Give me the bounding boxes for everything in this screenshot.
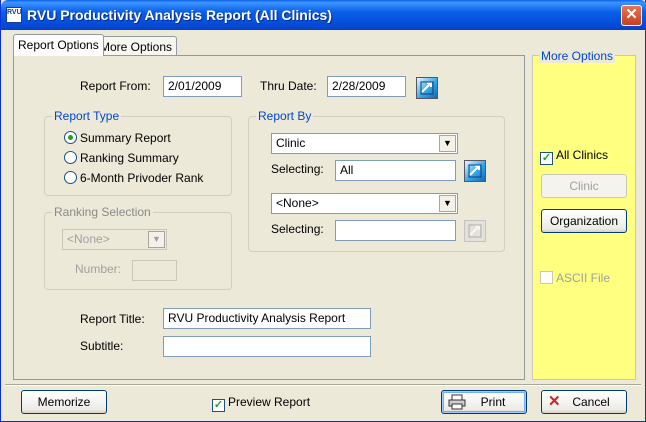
organization-button[interactable]: Organization [541,209,627,233]
preview-report-checkbox[interactable]: ✓ Preview Report [212,395,311,412]
more-options-title: More Options [539,49,616,63]
report-by-select-2[interactable]: <None> ▼ [271,193,458,214]
cancel-x-icon: ✕ [548,393,561,410]
ranking-select: <None> ▼ [62,229,167,250]
date-lookup-icon[interactable] [416,77,438,99]
selecting-1-label: Selecting: [271,162,324,176]
cancel-button[interactable]: ✕ Cancel [541,390,627,414]
report-from-label: Report From: [80,79,151,93]
select-value: <None> [276,196,319,210]
ascii-file-checkbox: ASCII File [540,271,610,287]
all-clinics-label: All Clinics [556,148,609,162]
radio-summary-report[interactable]: Summary Report [64,131,171,147]
close-button[interactable]: ✕ [621,5,642,26]
radio-button[interactable] [64,131,77,144]
checkmark-icon[interactable]: ✓ [540,152,553,165]
report-title-label: Report Title: [80,312,145,326]
ranking-selection-title: Ranking Selection [52,205,153,219]
preview-report-label: Preview Report [228,395,311,409]
app-icon: RVU [6,7,22,23]
number-label: Number: [75,262,122,276]
report-from-input[interactable]: 2/01/2009 [163,76,242,97]
tab-report-options[interactable]: Report Options [13,34,104,56]
selecting-1-lookup-icon[interactable] [464,160,486,182]
footer-separator [5,384,641,386]
print-button[interactable]: Print [441,390,527,414]
radio-label: Summary Report [80,131,171,145]
chevron-down-icon: ▼ [148,231,165,248]
select-value: Clinic [276,136,306,150]
report-by-title: Report By [256,109,314,123]
tab-label: Report Options [18,38,99,52]
printer-icon [448,394,466,410]
report-title-input[interactable]: RVU Productivity Analysis Report [163,308,371,329]
cancel-label: Cancel [572,395,610,409]
subtitle-label: Subtitle: [80,339,124,353]
title-bar: RVU RVU Productivity Analysis Report (Al… [1,0,646,30]
checkbox-box [540,271,553,284]
selecting-2-label: Selecting: [271,222,324,236]
radio-ranking-summary[interactable]: Ranking Summary [64,151,179,167]
radio-button[interactable] [64,151,77,164]
report-by-select-1[interactable]: Clinic ▼ [271,133,458,154]
radio-label: Ranking Summary [80,151,179,165]
chevron-down-icon[interactable]: ▼ [439,195,456,212]
radio-six-month-rank[interactable]: 6-Month Privoder Rank [64,171,203,187]
selecting-2-lookup-icon [464,220,486,242]
thru-date-input[interactable]: 2/28/2009 [327,76,406,97]
all-clinics-checkbox[interactable]: ✓ All Clinics [540,148,609,165]
report-type-title: Report Type [52,109,122,123]
clinic-button: Clinic [541,174,627,198]
report-dialog: RVU RVU Productivity Analysis Report (Al… [0,0,646,422]
tab-more-options[interactable]: More Options [95,36,178,56]
memorize-button[interactable]: Memorize [21,390,107,414]
tab-label: More Options [100,40,173,54]
checkmark-icon[interactable]: ✓ [212,399,225,412]
radio-button[interactable] [64,171,77,184]
window-title: RVU Productivity Analysis Report (All Cl… [27,7,332,23]
selecting-1-input[interactable]: All [335,160,456,181]
number-input [132,260,177,281]
chevron-down-icon[interactable]: ▼ [439,135,456,152]
thru-date-label: Thru Date: [260,79,317,93]
print-label: Print [480,395,506,409]
radio-label: 6-Month Privoder Rank [80,171,204,185]
ascii-file-label: ASCII File [556,271,611,285]
selecting-2-input[interactable] [335,220,456,241]
ranking-select-value: <None> [67,232,110,246]
subtitle-input[interactable] [163,336,371,357]
